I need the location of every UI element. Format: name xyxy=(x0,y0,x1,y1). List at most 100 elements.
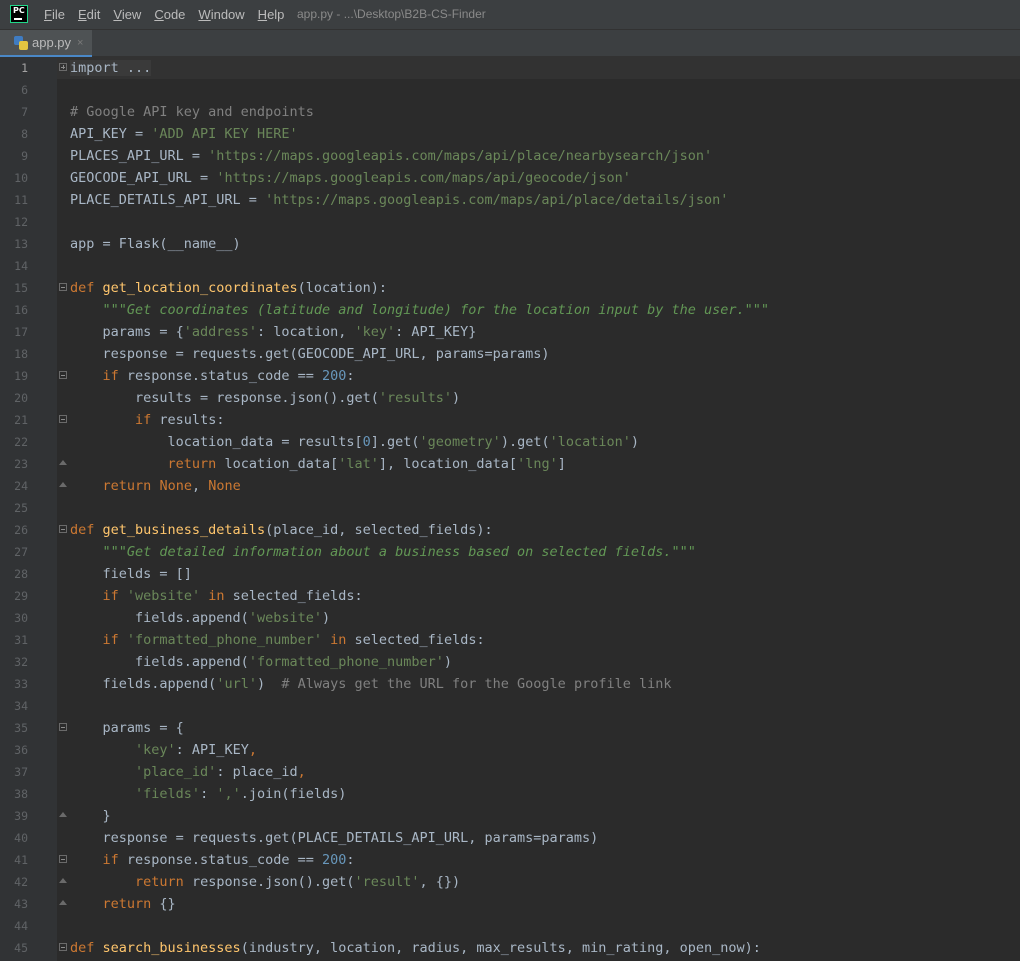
fold-collapse-icon[interactable] xyxy=(59,723,67,731)
code-token: if xyxy=(102,368,119,384)
code-line[interactable]: 6 xyxy=(0,79,1020,101)
line-number: 1 xyxy=(21,61,28,75)
code-line[interactable]: 11 PLACE_DETAILS_API_URL = 'https://maps.… xyxy=(0,189,1020,211)
menu-item-window[interactable]: Window xyxy=(198,7,244,22)
code-text: PLACES_API_URL = 'https://maps.googleapi… xyxy=(70,145,712,167)
code-token: """Get detailed information about a busi… xyxy=(102,544,696,560)
code-line[interactable]: 18 response = requests.get(GEOCODE_API_U… xyxy=(0,343,1020,365)
line-number: 23 xyxy=(14,457,28,471)
code-token: GEOCODE_API_URL = xyxy=(70,170,217,186)
line-number: 22 xyxy=(14,435,28,449)
code-text: """Get detailed information about a busi… xyxy=(70,541,696,563)
code-line[interactable]: 44 xyxy=(0,915,1020,937)
menu-item-edit[interactable]: Edit xyxy=(78,7,100,22)
code-token: results: xyxy=(151,412,225,428)
code-line[interactable]: 20 results = response.json().get('result… xyxy=(0,387,1020,409)
code-line[interactable]: 22 location_data = results[0].get('geome… xyxy=(0,431,1020,453)
code-line[interactable]: 35 params = { xyxy=(0,717,1020,739)
fold-collapse-icon[interactable] xyxy=(59,415,67,423)
code-token: : xyxy=(346,368,355,384)
code-line[interactable]: 29 if 'website' in selected_fields: xyxy=(0,585,1020,607)
pycharm-logo-icon[interactable]: PC xyxy=(10,5,28,23)
code-line[interactable]: 42 return response.json().get('result', … xyxy=(0,871,1020,893)
line-number: 44 xyxy=(14,919,28,933)
code-text: response = requests.get(GEOCODE_API_URL,… xyxy=(70,343,550,365)
code-line[interactable]: 45 def search_businesses(industry, locati… xyxy=(0,937,1020,959)
code-token: 'formatted_phone_number' xyxy=(126,632,322,648)
code-token: , {}) xyxy=(419,874,461,890)
code-token: params = { xyxy=(70,324,184,340)
code-line[interactable]: 13 app = Flask(__name__) xyxy=(0,233,1020,255)
fold-collapse-icon[interactable] xyxy=(59,371,67,379)
code-token: 0 xyxy=(362,434,371,450)
code-line[interactable]: 33 fields.append('url') # Always get the… xyxy=(0,673,1020,695)
fold-end-icon[interactable] xyxy=(59,878,67,885)
code-line[interactable]: 8 API_KEY = 'ADD API KEY HERE' xyxy=(0,123,1020,145)
code-line[interactable]: 28 fields = [] xyxy=(0,563,1020,585)
code-editor[interactable]: 1 import ... 6 7 # Google API key and endpoi… xyxy=(0,57,1020,961)
line-number: 18 xyxy=(14,347,28,361)
menu-item-help[interactable]: Help xyxy=(258,7,285,22)
code-token: """Get coordinates (latitude and longitu… xyxy=(102,302,769,318)
fold-collapse-icon[interactable] xyxy=(59,855,67,863)
code-line[interactable]: 10 GEOCODE_API_URL = 'https://maps.google… xyxy=(0,167,1020,189)
menu-item-file[interactable]: File xyxy=(44,7,65,22)
code-line[interactable]: 17 params = {'address': location, 'key':… xyxy=(0,321,1020,343)
code-line[interactable]: 21 if results: xyxy=(0,409,1020,431)
code-line[interactable]: 19 if response.status_code == 200: xyxy=(0,365,1020,387)
code-line[interactable]: 36 'key': API_KEY, xyxy=(0,739,1020,761)
code-line[interactable]: 15 def get_location_coordinates(location)… xyxy=(0,277,1020,299)
line-number: 28 xyxy=(14,567,28,581)
code-token: 'address' xyxy=(183,324,257,340)
code-line[interactable]: 38 'fields': ','.join(fields) xyxy=(0,783,1020,805)
menu-item-code[interactable]: Code xyxy=(154,7,185,22)
menu-mnemonic: E xyxy=(77,7,87,22)
code-line[interactable]: 39 } xyxy=(0,805,1020,827)
fold-collapse-icon[interactable] xyxy=(59,525,67,533)
menu-item-view[interactable]: View xyxy=(113,7,141,22)
code-token: 'geometry' xyxy=(419,434,501,450)
code-token: # Google API key and endpoints xyxy=(70,104,314,120)
fold-end-icon[interactable] xyxy=(59,900,67,907)
code-line[interactable]: 43 return {} xyxy=(0,893,1020,915)
code-line[interactable]: 7 # Google API key and endpoints xyxy=(0,101,1020,123)
code-token: 'results' xyxy=(378,390,453,406)
line-number: 7 xyxy=(21,105,28,119)
line-number: 43 xyxy=(14,897,28,911)
code-line[interactable]: 26 def get_business_details(place_id, sel… xyxy=(0,519,1020,541)
code-line[interactable]: 40 response = requests.get(PLACE_DETAILS… xyxy=(0,827,1020,849)
line-number: 14 xyxy=(14,259,28,273)
fold-collapse-icon[interactable] xyxy=(59,943,67,951)
code-line[interactable]: 27 """Get detailed information about a b… xyxy=(0,541,1020,563)
code-line[interactable]: 23 return location_data['lat'], location… xyxy=(0,453,1020,475)
code-line[interactable]: 41 if response.status_code == 200: xyxy=(0,849,1020,871)
code-text: import ... xyxy=(70,57,152,79)
code-line[interactable]: 9 PLACES_API_URL = 'https://maps.googleap… xyxy=(0,145,1020,167)
code-line[interactable]: 30 fields.append('website') xyxy=(0,607,1020,629)
code-line[interactable]: 16 """Get coordinates (latitude and long… xyxy=(0,299,1020,321)
fold-expand-icon[interactable] xyxy=(59,63,67,71)
tab-app-py[interactable]: app.py × xyxy=(0,30,92,57)
code-token: 'location' xyxy=(549,434,631,450)
code-line[interactable]: 25 xyxy=(0,497,1020,519)
code-line[interactable]: 12 xyxy=(0,211,1020,233)
code-line[interactable]: 31 if 'formatted_phone_number' in select… xyxy=(0,629,1020,651)
fold-end-icon[interactable] xyxy=(59,482,67,489)
code-line[interactable]: 24 return None, None xyxy=(0,475,1020,497)
code-line[interactable]: 1 import ... xyxy=(0,57,1020,79)
code-line[interactable]: 32 fields.append('formatted_phone_number… xyxy=(0,651,1020,673)
code-line[interactable]: 34 xyxy=(0,695,1020,717)
fold-collapse-icon[interactable] xyxy=(59,283,67,291)
fold-end-icon[interactable] xyxy=(59,812,67,819)
code-line[interactable]: 37 'place_id': place_id, xyxy=(0,761,1020,783)
code-token: None xyxy=(208,478,241,494)
code-line[interactable]: 14 xyxy=(0,255,1020,277)
close-tab-icon[interactable]: × xyxy=(77,37,83,49)
menu-mnemonic: F xyxy=(44,7,52,22)
code-token: response.status_code == xyxy=(118,852,322,868)
fold-end-icon[interactable] xyxy=(59,460,67,467)
